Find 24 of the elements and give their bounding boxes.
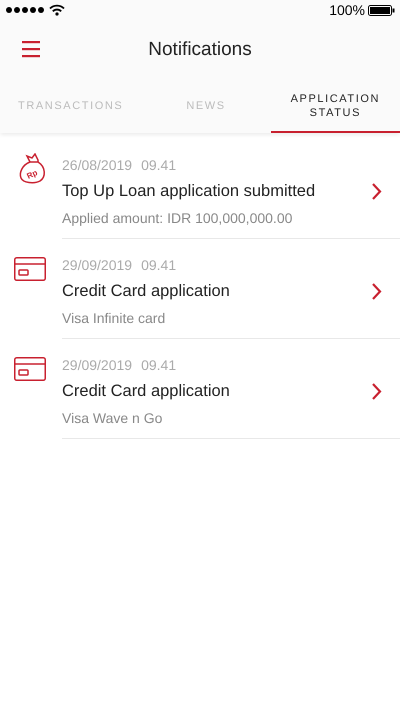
notification-detail: Visa Wave n Go — [62, 410, 164, 426]
wifi-icon — [49, 4, 65, 16]
notification-date: 29/09/2019 — [62, 357, 132, 373]
notification-date: 29/09/2019 — [62, 257, 132, 273]
screen-title: Notifications — [148, 39, 252, 61]
menu-icon[interactable] — [22, 40, 40, 58]
notification-date: 26/08/2019 — [62, 157, 132, 173]
chevron-right-icon[interactable] — [371, 182, 382, 201]
notification-title[interactable]: Credit Card application — [62, 382, 230, 401]
notification-detail: Visa Infinite card — [62, 310, 166, 326]
notification-time: 09.41 — [141, 157, 176, 173]
battery-percentage: 100% — [329, 2, 365, 18]
chevron-right-icon[interactable] — [371, 282, 382, 301]
chevron-right-icon[interactable] — [371, 382, 382, 401]
battery-icon — [368, 4, 395, 16]
credit-card-icon — [14, 257, 46, 281]
signal-icon — [6, 6, 44, 14]
notification-title[interactable]: Top Up Loan application submitted — [62, 182, 316, 201]
notification-time: 09.41 — [141, 357, 176, 373]
notification-title[interactable]: Credit Card application — [62, 282, 230, 301]
notification-time: 09.41 — [141, 257, 176, 273]
tab[interactable]: APPLICATION STATUS — [270, 80, 400, 133]
notification-detail: Applied amount: IDR 100,000,000.00 — [62, 210, 294, 226]
credit-card-icon — [14, 357, 46, 381]
